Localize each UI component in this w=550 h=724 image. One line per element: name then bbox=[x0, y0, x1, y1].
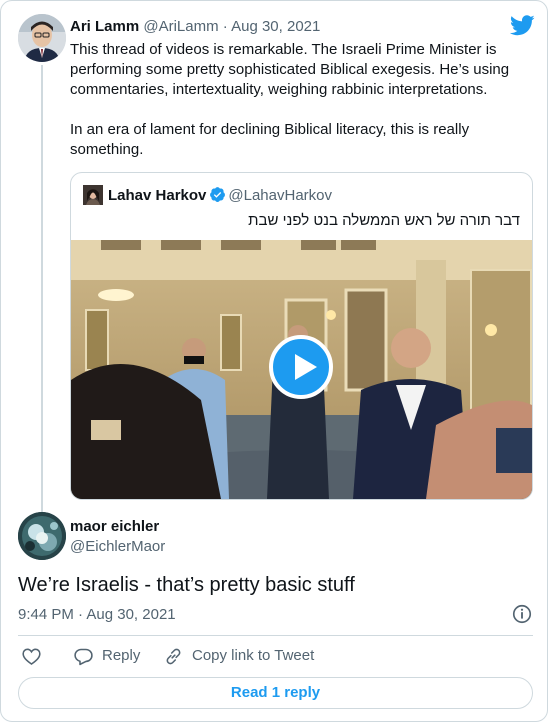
quoted-author-header: Lahav Harkov @LahavHarkov bbox=[108, 186, 332, 205]
reply-label: Reply bbox=[102, 647, 141, 664]
tweet-author-header: Ari Lamm @AriLamm · Aug 30, 2021 bbox=[70, 18, 320, 36]
avatar-maor-eichler-image bbox=[18, 512, 66, 560]
tweet-paragraph: This thread of videos is remarkable. The… bbox=[70, 41, 510, 98]
reply-author-display-name[interactable]: maor eichler bbox=[70, 518, 159, 536]
copy-link-label: Copy link to Tweet bbox=[192, 647, 315, 664]
quoted-tweet[interactable]: Lahav Harkov @LahavHarkov דבר תורה של ראש… bbox=[70, 172, 533, 500]
quoted-handle: @LahavHarkov bbox=[228, 187, 332, 204]
tweet-date: Aug 30, 2021 bbox=[86, 606, 176, 623]
info-icon[interactable] bbox=[511, 603, 533, 625]
avatar[interactable] bbox=[18, 512, 66, 560]
like-button[interactable] bbox=[21, 645, 43, 667]
tweet-body: This thread of videos is remarkable. The… bbox=[70, 40, 510, 180]
read-replies-button[interactable]: Read 1 reply bbox=[18, 677, 533, 709]
copy-link-button[interactable]: Copy link to Tweet bbox=[163, 645, 343, 667]
tweet-paragraph: In an era of lament for declining Biblic… bbox=[70, 121, 470, 158]
tweet-date-link[interactable]: Aug 30, 2021 bbox=[231, 18, 320, 35]
reply-author-handle[interactable]: @EichlerMaor bbox=[70, 538, 165, 556]
reply-button[interactable]: Reply bbox=[73, 645, 153, 667]
author-handle[interactable]: @AriLamm bbox=[143, 18, 218, 35]
reply-bubble-icon bbox=[74, 648, 93, 666]
tweet-time: 9:44 PM bbox=[18, 606, 74, 623]
thread-connector-line bbox=[41, 65, 43, 513]
header-separator: · bbox=[222, 18, 228, 35]
divider bbox=[18, 635, 533, 636]
avatar[interactable] bbox=[18, 14, 66, 62]
tweet-timestamp-link[interactable]: 9:44 PM · Aug 30, 2021 bbox=[18, 605, 176, 625]
meta-separator: · bbox=[78, 606, 84, 623]
avatar-ari-lamm-image bbox=[18, 14, 66, 62]
verified-badge-icon bbox=[210, 187, 226, 202]
quoted-display-name: Lahav Harkov bbox=[108, 187, 207, 204]
reply-tweet-text: We’re Israelis - that’s pretty basic stu… bbox=[18, 574, 355, 596]
video-thumbnail[interactable] bbox=[71, 240, 532, 499]
link-icon bbox=[166, 648, 181, 665]
author-display-name[interactable]: Ari Lamm bbox=[70, 18, 139, 35]
avatar bbox=[83, 185, 103, 205]
avatar-lahav-harkov-image bbox=[83, 185, 103, 205]
twitter-bird-icon[interactable] bbox=[510, 15, 535, 36]
quoted-tweet-text: דבר תורה של ראש הממשלה בנט לפני שבת bbox=[248, 212, 520, 229]
play-button[interactable] bbox=[269, 335, 333, 399]
heart-icon bbox=[22, 648, 41, 665]
tweet-embed-card: Ari Lamm @AriLamm · Aug 30, 2021 This th… bbox=[0, 0, 548, 722]
